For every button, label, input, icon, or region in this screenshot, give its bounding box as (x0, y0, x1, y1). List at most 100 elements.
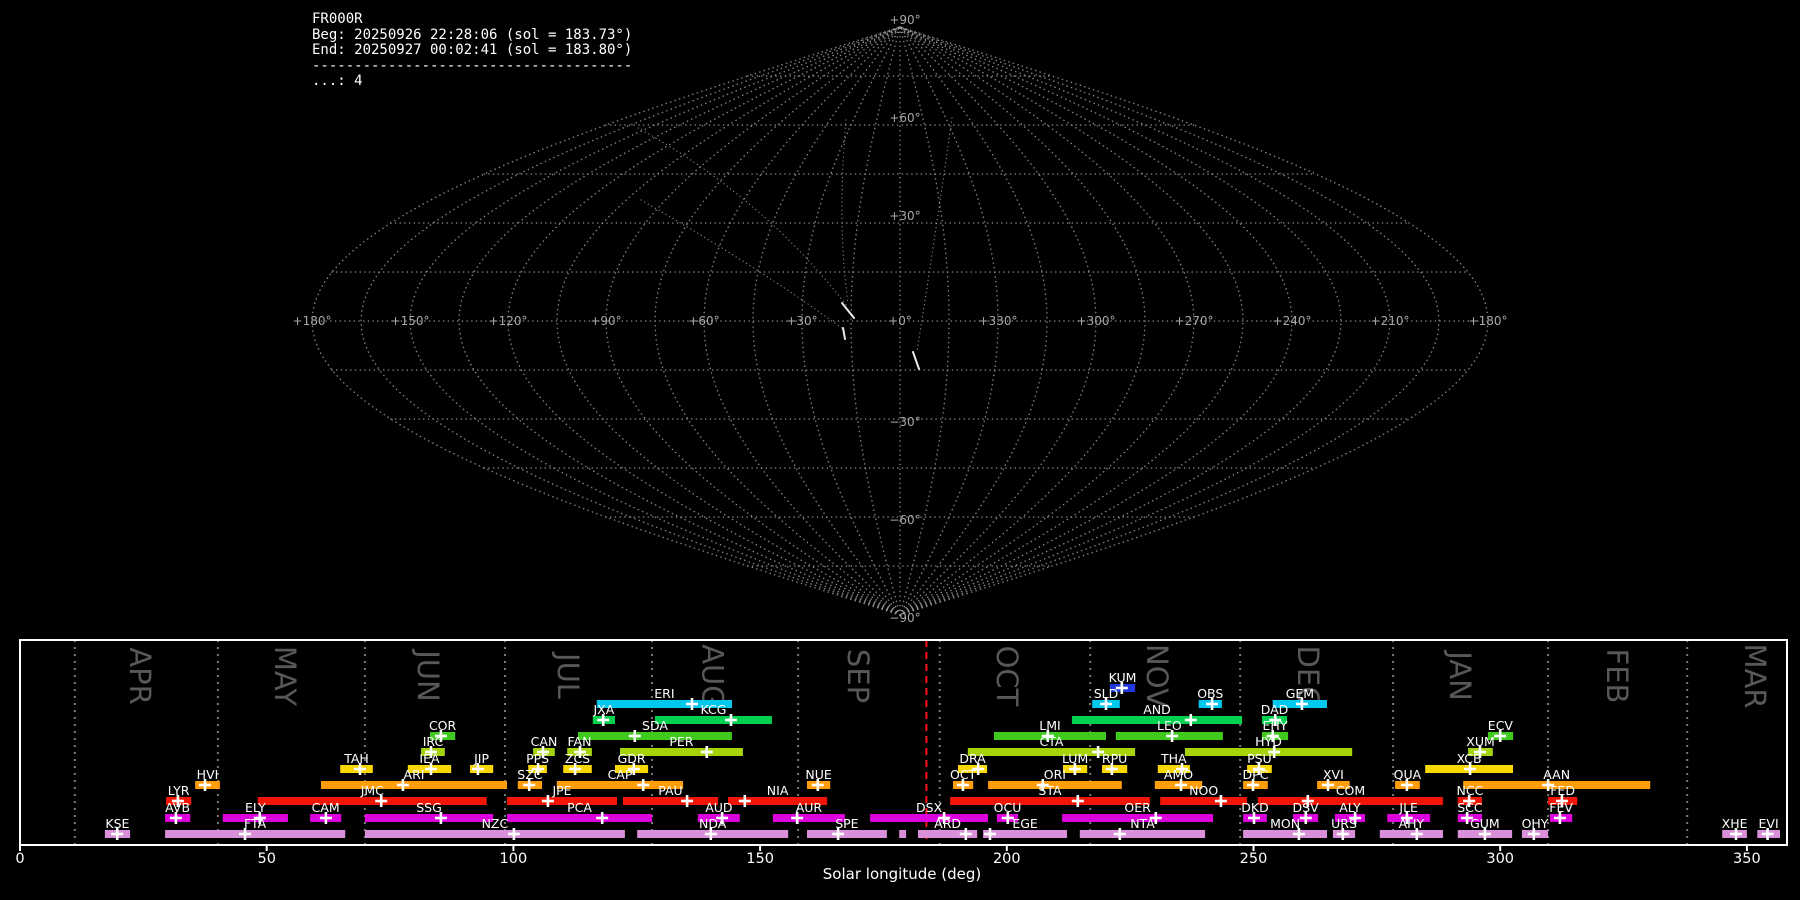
shower-bar (257, 797, 487, 805)
shower-label: PER (669, 734, 693, 749)
separator-line: -------------------------------------- (312, 57, 633, 74)
shower-label: EGE (1012, 816, 1038, 831)
sky-lon-label: +0° (888, 314, 912, 328)
shower-label: NDA (699, 816, 727, 831)
shower-label: FTA (244, 816, 267, 831)
shower-label: ALY (1339, 800, 1361, 815)
sky-lon-label: +60° (688, 314, 719, 328)
x-tick-label: 300 (1486, 851, 1514, 867)
shower-label: CAP (608, 767, 633, 782)
month-label: APR (123, 647, 157, 704)
sky-lat-label: −60° (889, 513, 920, 527)
month-label: MAR (1738, 643, 1772, 708)
shower-label: LEO (1157, 718, 1182, 733)
meteor-count-line: ...: 4 (312, 73, 363, 89)
month-label: SEP (841, 649, 875, 703)
shower-label: OBS (1197, 686, 1223, 701)
shower-label: XVI (1323, 767, 1344, 782)
shower-bar (772, 814, 845, 822)
sky-lon-label: +150° (391, 314, 430, 328)
shower-label: LMI (1039, 718, 1060, 733)
month-label: JUN (411, 648, 445, 701)
shower-label: SSG (416, 800, 442, 815)
month-label: NOV (1140, 644, 1174, 708)
shower-label: NIA (767, 783, 789, 798)
shower-label: GEM (1286, 686, 1314, 701)
shower-label: OER (1124, 800, 1151, 815)
sky-lon-label: +90° (590, 314, 621, 328)
sky-and-timeline-plot: +180° +150° +120° +90° +60° +30° +0° +330° +300°… (15, 13, 1788, 883)
shower-label: GDR (618, 751, 646, 766)
x-tick-label: 150 (746, 851, 774, 867)
sky-lon-label: +180° (1469, 314, 1508, 328)
sky-lon-label: +30° (786, 314, 817, 328)
month-label: OCT (990, 646, 1024, 707)
shower-label: STA (1038, 783, 1062, 798)
shower-label: AVB (165, 800, 190, 815)
shower-label: ZCS (565, 751, 590, 766)
month-label: FEB (1600, 649, 1634, 704)
meteor-trail (841, 119, 849, 304)
shower-label: OHY (1522, 816, 1549, 831)
shower-bar (899, 830, 907, 838)
shower-label: AUR (796, 800, 823, 815)
x-tick-label: 250 (1240, 851, 1268, 867)
sky-lon-label: +180° (293, 314, 332, 328)
begin-time-line: Beg: 20250926 22:28:06 (sol = 183.73°) (312, 26, 633, 43)
shower-label: MON (1270, 816, 1300, 831)
shower-bar (1243, 830, 1327, 838)
end-time-line: End: 20250927 00:02:41 (sol = 183.80°) (312, 42, 633, 58)
sky-lon-label: +120° (489, 314, 528, 328)
shower-bar (578, 732, 732, 740)
shower-label: DRA (959, 751, 986, 766)
meteor-trail (916, 117, 953, 352)
shower-label: ARD (934, 816, 961, 831)
shower-label: PCA (567, 800, 592, 815)
meteor-segment (912, 351, 920, 370)
x-tick-label: 350 (1733, 851, 1761, 867)
station-id: FR000R (312, 11, 363, 27)
shower-label: DSX (916, 800, 943, 815)
shower-label: ORI (1044, 767, 1066, 782)
shower-label: ERI (654, 686, 674, 701)
shower-label: COM (1336, 783, 1365, 798)
shower-label: JLE (1398, 800, 1418, 815)
shower-label: COR (429, 718, 457, 733)
shower-bar (655, 716, 772, 724)
month-label: JAN (1443, 649, 1477, 701)
shower-label: RPU (1102, 751, 1127, 766)
shower-label: EHY (1263, 718, 1288, 733)
meteor-segment (841, 302, 855, 319)
shower-label: KCG (701, 702, 727, 717)
month-label: AUG (696, 644, 730, 708)
shower-label: HVI (197, 767, 219, 782)
shower-bar (507, 814, 653, 822)
shower-bar (1079, 830, 1206, 838)
sky-lat-label: +90° (889, 13, 920, 27)
shower-label: ELY (245, 800, 266, 815)
shower-label: NOO (1189, 783, 1218, 798)
shower-label: AUD (705, 800, 732, 815)
x-tick-label: 200 (993, 851, 1021, 867)
shower-bar (950, 797, 1150, 805)
shower-bar (807, 830, 887, 838)
meteor-segment (842, 327, 846, 340)
shower-label: AHY (1399, 816, 1425, 831)
shower-label: JIP (473, 751, 489, 766)
shower-bar (364, 830, 625, 838)
sky-lat-label: −30° (889, 415, 920, 429)
x-axis-title: Solar longitude (deg) (823, 865, 981, 883)
shower-label: AND (1143, 702, 1171, 717)
shower-label: TAH (343, 751, 369, 766)
shower-label: FEV (1549, 800, 1573, 815)
shower-bar (364, 814, 494, 822)
shower-bar (507, 797, 617, 805)
shower-bar (1160, 797, 1247, 805)
x-tick-label: 0 (15, 851, 24, 867)
meteor-trail (640, 199, 844, 330)
shower-label: NTA (1130, 816, 1155, 831)
shower-label: PAU (658, 783, 682, 798)
sky-lat-label: −90° (889, 611, 920, 625)
shower-label: SCC (1457, 800, 1483, 815)
sky-lon-label: +270° (1175, 314, 1214, 328)
